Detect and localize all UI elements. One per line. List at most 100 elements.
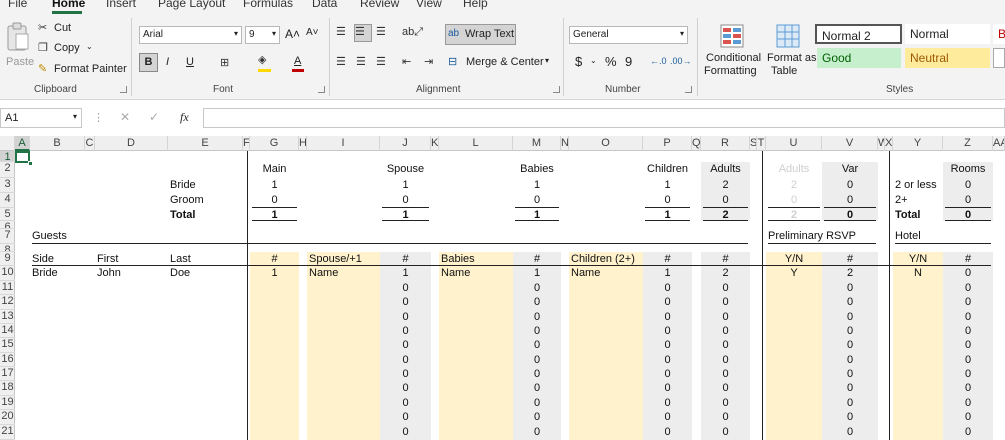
- align-center-icon[interactable]: ☰: [356, 54, 366, 70]
- style-calculation-partial[interactable]: [993, 48, 1005, 68]
- alignment-launcher-icon[interactable]: [553, 86, 560, 93]
- column-header-c[interactable]: C: [85, 136, 95, 151]
- tab-insert[interactable]: Insert: [106, 0, 136, 10]
- column-header-s[interactable]: S: [750, 136, 757, 151]
- copy-button[interactable]: Copy: [54, 42, 80, 54]
- tab-view[interactable]: View: [416, 0, 442, 10]
- column-header-g[interactable]: G: [250, 136, 299, 151]
- row-header-11[interactable]: 11: [0, 281, 15, 295]
- row-header-8[interactable]: 8: [0, 244, 15, 252]
- row-header-4[interactable]: 4: [0, 193, 15, 208]
- merge-center-button[interactable]: Merge & Center: [466, 56, 544, 68]
- row-header-6[interactable]: 6: [0, 221, 15, 229]
- column-header-z[interactable]: Z: [943, 136, 993, 151]
- row-header-13[interactable]: 13: [0, 310, 15, 324]
- column-header-x[interactable]: X: [885, 136, 893, 151]
- comma-button[interactable]: 9: [625, 54, 632, 69]
- font-color-button[interactable]: A: [294, 55, 301, 67]
- row-header-9[interactable]: 9: [0, 252, 15, 266]
- clipboard-launcher-icon[interactable]: [120, 86, 127, 93]
- tab-help[interactable]: Help: [463, 0, 488, 10]
- column-header-y[interactable]: Y: [893, 136, 943, 151]
- italic-button[interactable]: I: [166, 56, 169, 68]
- tab-data[interactable]: Data: [312, 0, 337, 10]
- font-name-select[interactable]: Arial ▾: [139, 26, 242, 44]
- tab-review[interactable]: Review: [360, 0, 399, 10]
- align-top-icon[interactable]: ☰: [336, 24, 346, 40]
- number-launcher-icon[interactable]: [685, 86, 692, 93]
- column-header-i[interactable]: I: [307, 136, 380, 151]
- column-header-l[interactable]: L: [439, 136, 513, 151]
- wrap-text-button[interactable]: ab Wrap Text: [445, 24, 516, 45]
- align-middle-icon[interactable]: ☰: [355, 24, 365, 40]
- row-header-17[interactable]: 17: [0, 367, 15, 381]
- column-header-m[interactable]: M: [513, 136, 561, 151]
- formula-input[interactable]: [203, 108, 1005, 128]
- style-bad-partial[interactable]: B: [993, 24, 1005, 44]
- number-format-select[interactable]: General ▾: [569, 26, 688, 44]
- column-header-o[interactable]: O: [569, 136, 643, 151]
- merge-dropdown-icon[interactable]: ▾: [545, 56, 549, 65]
- orientation-icon[interactable]: ab⤢: [402, 24, 423, 40]
- cut-button[interactable]: Cut: [54, 22, 71, 34]
- fill-color-icon[interactable]: ◈: [258, 52, 266, 68]
- row-header-5[interactable]: 5: [0, 208, 15, 221]
- column-header-b[interactable]: B: [30, 136, 85, 151]
- increase-indent-icon[interactable]: ⇥: [424, 54, 433, 70]
- column-header-t[interactable]: T: [757, 136, 766, 151]
- row-header-19[interactable]: 19: [0, 396, 15, 410]
- column-header-e[interactable]: E: [168, 136, 243, 151]
- style-good[interactable]: Good: [817, 48, 901, 68]
- row-header-7[interactable]: 7: [0, 229, 15, 244]
- column-header-v[interactable]: V: [822, 136, 878, 151]
- column-header-w[interactable]: W: [878, 136, 885, 151]
- cancel-icon[interactable]: ✕: [120, 110, 130, 124]
- column-header-p[interactable]: P: [643, 136, 692, 151]
- column-header-d[interactable]: D: [95, 136, 168, 151]
- currency-dropdown-icon[interactable]: ⌄: [590, 56, 597, 65]
- column-header-h[interactable]: H: [299, 136, 307, 151]
- conditional-formatting-button[interactable]: Conditional: [706, 52, 761, 64]
- format-painter-button[interactable]: Format Painter: [54, 63, 127, 75]
- fill-handle[interactable]: [28, 161, 33, 166]
- row-header-14[interactable]: 14: [0, 324, 15, 338]
- column-header-a[interactable]: A: [15, 136, 30, 151]
- paste-button[interactable]: Paste: [4, 20, 34, 72]
- bold-button[interactable]: B: [139, 53, 158, 72]
- column-header-j[interactable]: J: [380, 136, 431, 151]
- column-header-r[interactable]: R: [701, 136, 750, 151]
- row-header-16[interactable]: 16: [0, 353, 15, 367]
- column-header-u[interactable]: U: [766, 136, 822, 151]
- increase-decimal-icon[interactable]: ←.0: [650, 53, 667, 69]
- underline-button[interactable]: U: [186, 56, 194, 68]
- font-launcher-icon[interactable]: [318, 86, 325, 93]
- column-header-k[interactable]: K: [431, 136, 439, 151]
- decrease-indent-icon[interactable]: ⇤: [402, 54, 411, 70]
- row-header-20[interactable]: 20: [0, 410, 15, 425]
- row-header-2[interactable]: 2: [0, 162, 15, 178]
- tab-home[interactable]: Home: [52, 0, 85, 10]
- grow-font-button[interactable]: A˄: [285, 27, 300, 41]
- currency-button[interactable]: $: [575, 54, 582, 69]
- column-header-q[interactable]: Q: [692, 136, 701, 151]
- tab-formulas[interactable]: Formulas: [243, 0, 293, 10]
- column-header-f[interactable]: F: [243, 136, 250, 151]
- align-left-icon[interactable]: ☰: [336, 54, 346, 70]
- row-header-18[interactable]: 18: [0, 381, 15, 396]
- row-header-10[interactable]: 10: [0, 266, 15, 281]
- row-header-12[interactable]: 12: [0, 295, 15, 310]
- row-header-3[interactable]: 3: [0, 178, 15, 193]
- percent-button[interactable]: %: [605, 54, 617, 69]
- style-normal[interactable]: Normal: [905, 24, 990, 44]
- borders-icon[interactable]: ⊞: [220, 55, 229, 71]
- insert-function-icon[interactable]: fx: [180, 110, 189, 125]
- tab-page-layout[interactable]: Page Layout: [158, 0, 225, 10]
- font-size-select[interactable]: 9 ▾: [245, 26, 280, 44]
- tab-file[interactable]: File: [8, 0, 27, 10]
- shrink-font-button[interactable]: A˅: [306, 27, 319, 38]
- worksheet-grid[interactable]: Main Spouse Babies Children Adults Adults Var R…: [15, 151, 1005, 440]
- select-all-corner[interactable]: [0, 136, 15, 151]
- decrease-decimal-icon[interactable]: .00→: [670, 53, 692, 69]
- row-header-21[interactable]: 21: [0, 425, 15, 440]
- align-bottom-icon[interactable]: ☰: [376, 24, 386, 40]
